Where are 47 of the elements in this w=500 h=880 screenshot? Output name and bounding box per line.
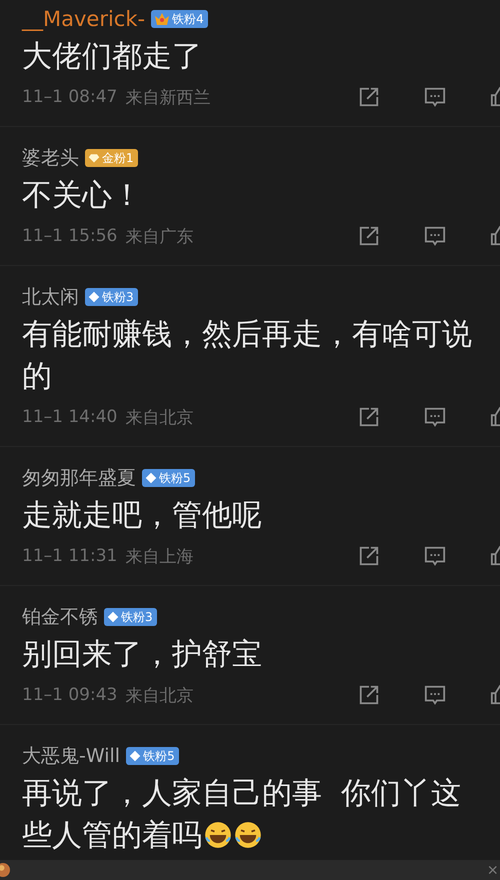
share-icon[interactable] [358, 86, 380, 108]
comment-text: 有能耐赚钱，然后再走，有啥可说的 [22, 316, 473, 396]
comment-icon[interactable] [424, 545, 446, 567]
laughing-emoji-icon [204, 821, 232, 849]
comment-text: 大佬们都走了 [22, 38, 203, 76]
comment-icon[interactable] [424, 684, 446, 706]
comment-text: 不关心！ [22, 177, 143, 215]
user-name[interactable]: 匆匆那年盛夏 [22, 465, 136, 491]
user-name[interactable]: __Maverick- [22, 7, 146, 31]
comment-time: 11–1 15:56 [22, 226, 118, 246]
comment-location: 来自北京 [125, 406, 194, 428]
comment-icon[interactable] [424, 225, 446, 247]
share-icon[interactable] [358, 225, 380, 247]
crown-icon [154, 11, 170, 27]
comment-time: 11–1 09:43 [22, 685, 118, 705]
diamond-icon [107, 611, 119, 623]
comment-location: 来自上海 [125, 546, 194, 568]
user-name[interactable]: 北太闲 [22, 284, 79, 310]
fan-badge: 金粉1 [85, 149, 138, 167]
comment-text: 走就走吧，管他呢 [22, 497, 263, 535]
share-icon[interactable] [358, 406, 380, 428]
fan-badge: 铁粉3 [104, 608, 157, 626]
gem-icon [88, 152, 100, 164]
diamond-icon [129, 750, 142, 762]
fan-badge: 铁粉3 [85, 288, 138, 306]
share-icon[interactable] [358, 684, 380, 706]
comment-icon[interactable] [424, 406, 446, 428]
diamond-icon [88, 291, 100, 303]
laughing-emoji-icon [234, 821, 262, 849]
fan-badge: 铁粉5 [142, 469, 195, 487]
user-name[interactable]: 婆老头 [22, 145, 79, 171]
comment-location: 来自广东 [125, 226, 194, 248]
fan-badge: 铁粉5 [126, 747, 179, 765]
comment-location: 来自新西兰 [125, 86, 210, 108]
diamond-icon [145, 472, 157, 484]
comment-time: 11–1 11:31 [22, 546, 118, 566]
user-name[interactable]: 大恶鬼-Will [22, 743, 120, 769]
share-icon[interactable] [358, 545, 380, 567]
comment-time: 11–1 14:40 [22, 407, 118, 427]
comment-text: 别回来了，护舒宝 [22, 636, 263, 674]
comment-text: 再说了，人家自己的事 你们丫这些人管的着吗 [22, 775, 462, 855]
comment-icon[interactable] [424, 86, 446, 108]
fan-badge: 铁粉4 [151, 10, 208, 28]
comment-time: 11–1 08:47 [22, 87, 118, 107]
thumbnail-icon [0, 863, 10, 877]
user-name[interactable]: 铂金不锈 [22, 604, 98, 630]
comment-location: 来自北京 [125, 684, 194, 706]
